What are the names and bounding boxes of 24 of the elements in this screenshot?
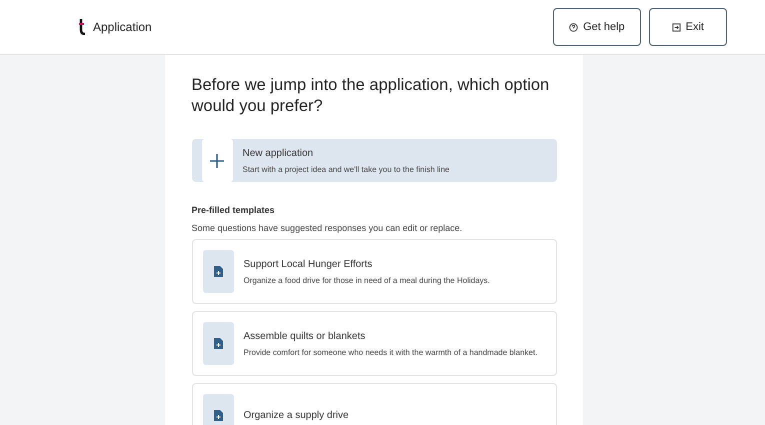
card-title: New application xyxy=(242,148,314,158)
card-title: Organize a supply drive xyxy=(244,410,349,421)
template-card[interactable]: Assemble quilts or blankets Provide comfort for someone who needs it with the warmth of a handmade blanket. xyxy=(192,311,556,376)
plus-icon xyxy=(210,154,224,168)
card-title: Support Local Hunger Efforts xyxy=(244,258,374,270)
exit-icon xyxy=(672,22,681,32)
new-application-card[interactable]: New application Start with a project idea and we'll take you to the finish line xyxy=(192,139,556,182)
document-icon xyxy=(214,410,222,421)
exit-button[interactable]: Exit xyxy=(648,8,727,46)
card-title: Assemble quilts or blankets xyxy=(244,330,366,342)
section-title: Pre-filled templates xyxy=(192,205,276,215)
template-card[interactable]: Support Local Hunger Efforts Organize a food drive for those in need of a meal during the Holidays. xyxy=(192,239,556,304)
template-card[interactable]: Organize a supply drive xyxy=(192,383,556,425)
document-icon xyxy=(214,338,222,349)
logo-icon xyxy=(79,19,86,35)
document-icon xyxy=(214,266,222,277)
card-description: Provide comfort for someone who needs it with the warmth of a handmade blanket. xyxy=(244,348,538,356)
card-description: Organize a food drive for those in need of a meal during the Holidays. xyxy=(244,276,490,284)
card-description: Start with a project idea and we'll take you to the finish line xyxy=(242,164,450,174)
app-title: Application xyxy=(93,20,152,34)
help-button[interactable]: Get help xyxy=(553,8,641,46)
section-subtitle: Some questions have suggested responses you can edit or replace. xyxy=(192,223,464,233)
page-heading: Before we jump into the application, which option would you prefer? xyxy=(192,75,550,117)
help-icon xyxy=(569,22,578,32)
